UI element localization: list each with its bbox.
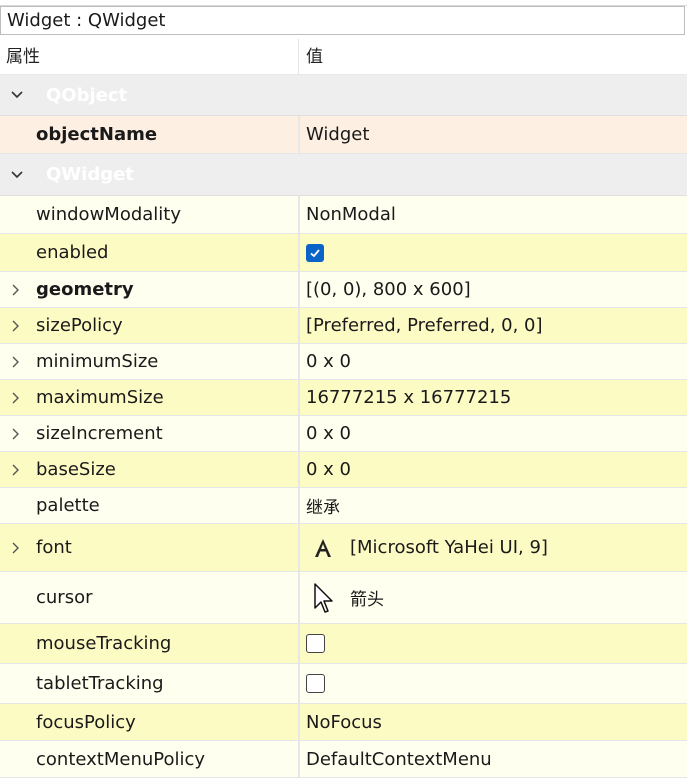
property-name: palette <box>36 495 100 516</box>
property-name: sizeIncrement <box>36 423 163 444</box>
arrow-cursor-icon <box>306 582 340 614</box>
property-row-tabletTracking[interactable]: tabletTracking <box>0 664 687 704</box>
property-name: windowModality <box>36 204 182 225</box>
property-name: minimumSize <box>36 351 159 372</box>
column-separator <box>298 116 300 153</box>
property-name: objectName <box>36 124 158 145</box>
group-row-qobject[interactable]: QObject <box>0 75 687 116</box>
property-row-objectName[interactable]: objectName Widget <box>0 116 687 154</box>
chevron-right-icon[interactable] <box>8 380 22 415</box>
property-name: maximumSize <box>36 387 164 408</box>
column-separator <box>298 572 300 623</box>
property-name: sizePolicy <box>36 315 123 336</box>
column-separator <box>298 452 300 487</box>
font-A-icon <box>306 537 340 559</box>
property-value[interactable]: Widget <box>306 116 369 153</box>
property-value[interactable]: 0 x 0 <box>306 416 351 451</box>
property-name: mouseTracking <box>36 633 172 654</box>
property-value[interactable]: 16777215 x 16777215 <box>306 380 511 415</box>
property-name: focusPolicy <box>36 711 136 733</box>
chevron-right-icon[interactable] <box>8 524 22 571</box>
chevron-right-icon[interactable] <box>8 308 22 343</box>
property-value[interactable]: 0 x 0 <box>306 452 351 487</box>
header-separator[interactable] <box>298 39 299 75</box>
header-value[interactable]: 值 <box>306 39 323 75</box>
group-label: QWidget <box>46 164 134 185</box>
property-value <box>306 234 324 271</box>
property-row-minimumSize[interactable]: minimumSize 0 x 0 <box>0 344 687 380</box>
property-name: geometry <box>36 279 134 300</box>
property-row-sizeIncrement[interactable]: sizeIncrement 0 x 0 <box>0 416 687 452</box>
property-value[interactable]: NonModal <box>306 196 396 233</box>
property-value <box>306 664 325 703</box>
property-row-windowModality[interactable]: windowModality NonModal <box>0 196 687 234</box>
cursor-value-text: 箭头 <box>350 590 384 610</box>
property-row-baseSize[interactable]: baseSize 0 x 0 <box>0 452 687 488</box>
column-separator <box>298 488 300 523</box>
chevron-right-icon[interactable] <box>8 344 22 379</box>
tabletTracking-checkbox[interactable] <box>306 674 325 693</box>
property-row-cursor[interactable]: cursor 箭头 <box>0 572 687 624</box>
group-label: QObject <box>46 84 128 106</box>
chevron-right-icon[interactable] <box>8 416 22 451</box>
group-row-qwidget[interactable]: QWidget <box>0 154 687 196</box>
property-value[interactable]: 箭头 <box>306 572 384 623</box>
property-name: enabled <box>36 242 109 263</box>
column-separator <box>298 380 300 415</box>
property-value[interactable]: [Preferred, Preferred, 0, 0] <box>306 308 543 343</box>
chevron-right-icon[interactable] <box>8 452 22 487</box>
column-separator <box>298 664 300 703</box>
chevron-down-icon[interactable] <box>10 154 24 195</box>
property-value[interactable]: DefaultContextMenu <box>306 741 492 777</box>
column-separator <box>298 624 300 663</box>
property-name: baseSize <box>36 459 116 480</box>
property-name: font <box>36 537 72 558</box>
property-row-contextMenuPolicy[interactable]: contextMenuPolicy DefaultContextMenu <box>0 741 687 778</box>
column-separator <box>298 308 300 343</box>
property-name: cursor <box>36 587 93 608</box>
property-value[interactable]: 继承 <box>306 488 340 523</box>
column-separator <box>298 524 300 571</box>
table-header: 属性 值 <box>0 39 687 75</box>
property-value[interactable]: [(0, 0), 800 x 600] <box>306 272 471 307</box>
font-value-text: [Microsoft YaHei UI, 9] <box>350 537 548 558</box>
property-value <box>306 624 325 663</box>
property-value[interactable]: NoFocus <box>306 704 382 740</box>
property-row-sizePolicy[interactable]: sizePolicy [Preferred, Preferred, 0, 0] <box>0 308 687 344</box>
header-property[interactable]: 属性 <box>6 39 40 75</box>
object-class-field[interactable]: Widget : QWidget <box>0 6 685 35</box>
property-value[interactable]: 0 x 0 <box>306 344 351 379</box>
property-name: tabletTracking <box>36 673 164 694</box>
property-row-focusPolicy[interactable]: focusPolicy NoFocus <box>0 704 687 741</box>
enabled-checkbox[interactable] <box>306 243 324 262</box>
checkmark-icon <box>310 248 320 257</box>
property-row-maximumSize[interactable]: maximumSize 16777215 x 16777215 <box>0 380 687 416</box>
column-separator <box>298 416 300 451</box>
chevron-right-icon[interactable] <box>8 272 22 307</box>
mouseTracking-checkbox[interactable] <box>306 634 325 653</box>
column-separator <box>298 196 300 233</box>
column-separator <box>298 272 300 307</box>
property-row-font[interactable]: font [Microsoft YaHei UI, 9] <box>0 524 687 572</box>
column-separator <box>298 234 300 271</box>
column-separator <box>298 741 300 777</box>
property-grid: QObject objectName Widget QWidget window… <box>0 75 687 778</box>
property-row-mouseTracking[interactable]: mouseTracking <box>0 624 687 664</box>
column-separator <box>298 344 300 379</box>
property-row-enabled[interactable]: enabled <box>0 234 687 272</box>
property-value[interactable]: [Microsoft YaHei UI, 9] <box>306 524 548 571</box>
chevron-down-icon[interactable] <box>10 75 24 115</box>
property-name: contextMenuPolicy <box>36 748 206 770</box>
column-separator <box>298 704 300 740</box>
property-row-geometry[interactable]: geometry [(0, 0), 800 x 600] <box>0 272 687 308</box>
property-row-palette[interactable]: palette 继承 <box>0 488 687 524</box>
